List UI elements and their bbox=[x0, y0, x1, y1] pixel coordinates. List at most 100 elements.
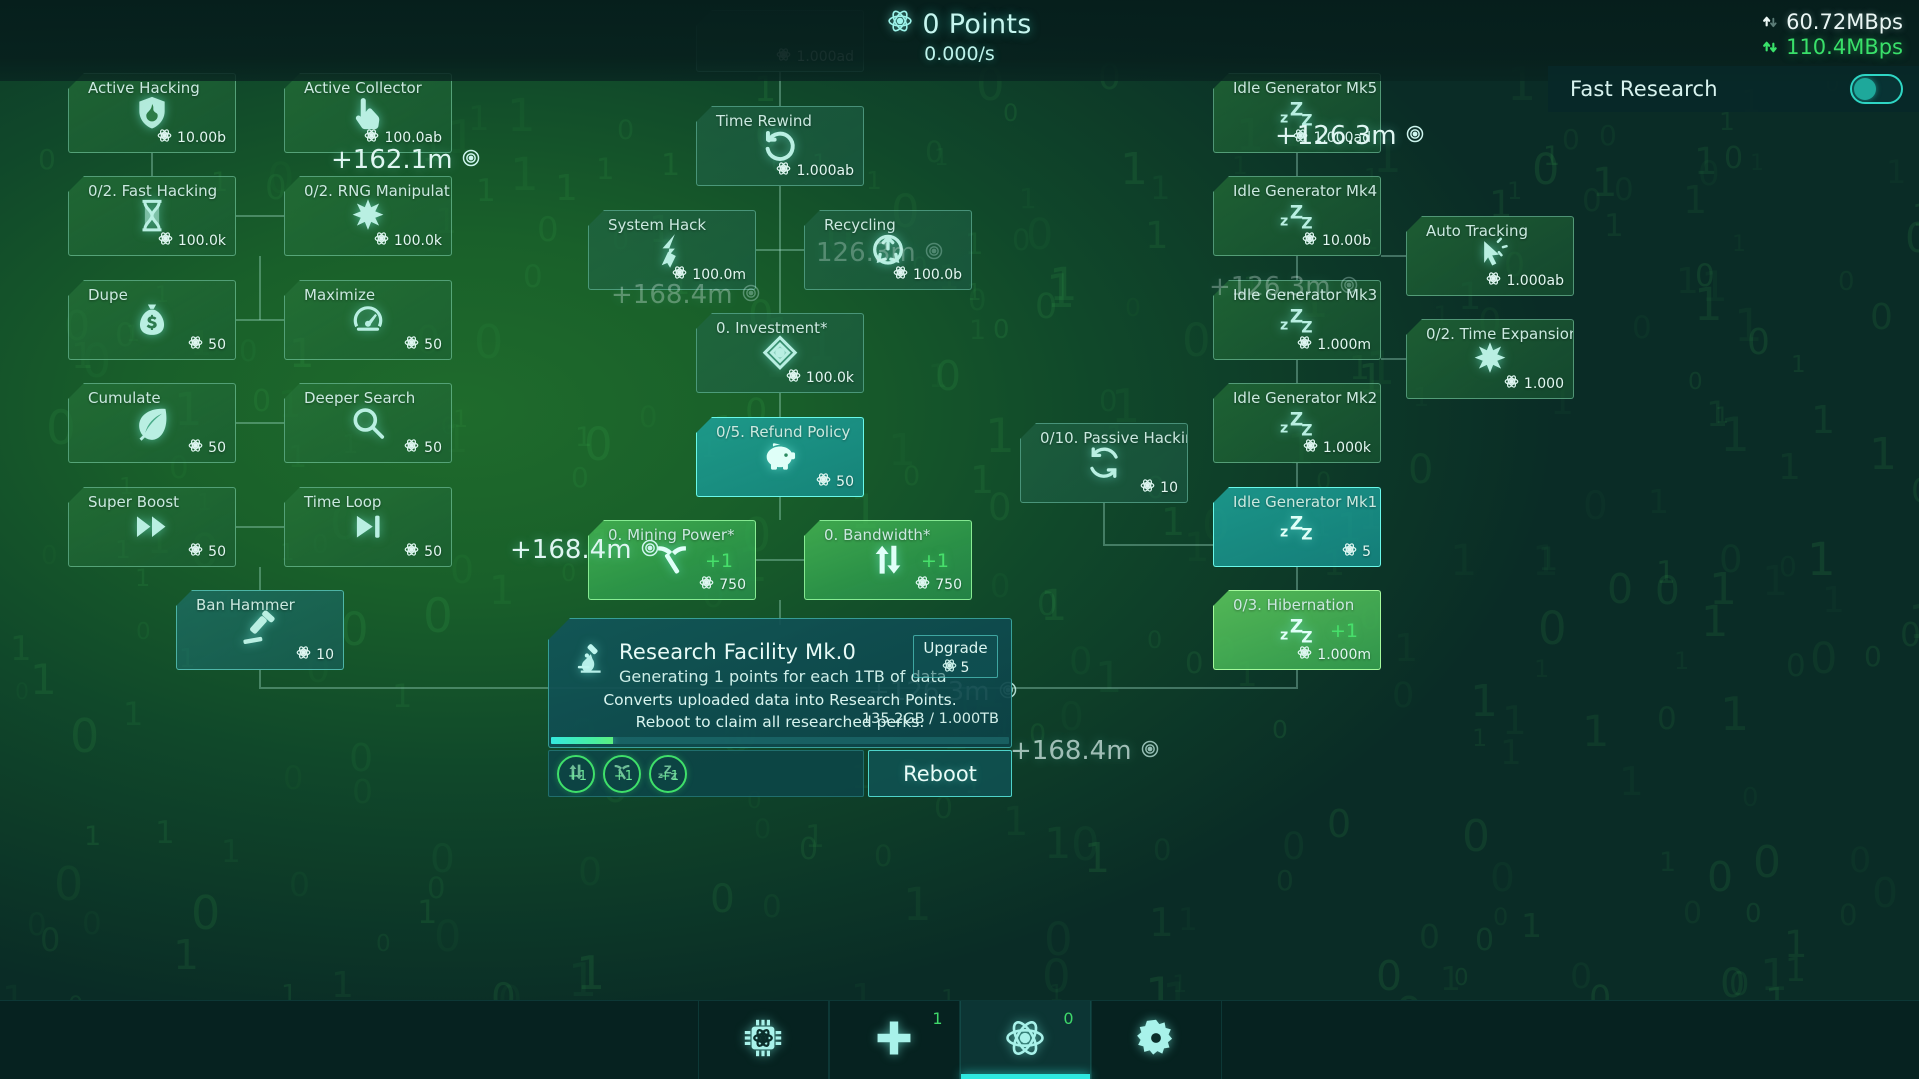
svg-text:Z: Z bbox=[1290, 306, 1303, 327]
tech-node-time-loop[interactable]: Time Loop 50 bbox=[284, 487, 452, 567]
tech-node-cost-value: 10.00b bbox=[1322, 232, 1371, 249]
tech-node-cost-value: 100.0k bbox=[805, 369, 854, 386]
tech-node-idle-generator-mk3[interactable]: Idle Generator Mk3 z Z Z 1.000m bbox=[1213, 280, 1381, 360]
tech-node-title: Idle Generator Mk3 bbox=[1233, 286, 1378, 304]
svg-text:Z: Z bbox=[1301, 318, 1312, 336]
fast-research-switch[interactable] bbox=[1850, 74, 1903, 104]
tech-node-title: Ban Hammer bbox=[196, 596, 295, 614]
svg-text:Z: Z bbox=[1290, 616, 1303, 637]
atom-icon bbox=[893, 265, 908, 284]
tech-node-ban-hammer[interactable]: Ban Hammer 10 bbox=[176, 590, 344, 670]
tech-node-active-collector[interactable]: Active Collector 100.0ab bbox=[284, 73, 452, 153]
tech-node-cost-value: 100.0k bbox=[177, 232, 226, 249]
reboot-button[interactable]: Reboot bbox=[868, 750, 1012, 797]
fast-research-toggle-row[interactable]: Fast Research bbox=[1548, 66, 1919, 112]
svg-text:Z: Z bbox=[1301, 111, 1312, 129]
tech-node-0-investment[interactable]: 0. Investment* 100.0k bbox=[696, 313, 864, 393]
tech-node-0-2-fast-hacking[interactable]: 0/2. Fast Hacking 100.0k bbox=[68, 176, 236, 256]
tech-node-cost: 10 bbox=[296, 645, 334, 664]
atom-icon bbox=[1303, 438, 1318, 457]
tech-tree[interactable]: Active Hacking 10.00b Active Collector 1… bbox=[0, 0, 1919, 1079]
tech-node-cumulate[interactable]: Cumulate 50 bbox=[68, 383, 236, 463]
perk-badge-zzz[interactable]: zZZ +1 bbox=[649, 754, 687, 793]
nav-settings[interactable] bbox=[1090, 1001, 1222, 1079]
perk-badge-bar[interactable]: +1 +1 zZZ +1 bbox=[548, 750, 864, 797]
upgrade-button[interactable]: Upgrade 5 bbox=[913, 635, 998, 678]
tech-node-cost-value: 50 bbox=[208, 336, 226, 353]
nav-upgrades[interactable]: 1 bbox=[828, 1001, 960, 1079]
tech-node-0-mining-power[interactable]: 0. Mining Power* +1 750 bbox=[588, 520, 756, 600]
tech-node-recycling[interactable]: Recycling 100.0b bbox=[804, 210, 972, 290]
tech-node-cost: 50 bbox=[404, 542, 442, 561]
fast-research-label: Fast Research bbox=[1570, 77, 1718, 101]
target-icon bbox=[461, 145, 481, 175]
tech-node-idle-generator-mk2[interactable]: Idle Generator Mk2 z Z Z 1.000k bbox=[1213, 383, 1381, 463]
tech-node-idle-generator-mk1[interactable]: Idle Generator Mk1 z Z Z 5 bbox=[1213, 487, 1381, 567]
tech-node-cost: 50 bbox=[188, 438, 226, 457]
tech-node-cost-value: 1.000ab bbox=[796, 162, 854, 179]
tech-node-super-boost[interactable]: Super Boost 50 bbox=[68, 487, 236, 567]
tech-node-maximize[interactable]: Maximize 50 bbox=[284, 280, 452, 360]
svg-text:z: z bbox=[1280, 213, 1288, 229]
tech-node-0-5-refund-policy[interactable]: 0/5. Refund Policy 50 bbox=[696, 417, 864, 497]
tech-node-cost-value: 100.0ab bbox=[384, 129, 442, 146]
tech-node-cost: 100.0k bbox=[374, 231, 442, 250]
tech-node-0-bandwidth[interactable]: 0. Bandwidth* +1 750 bbox=[804, 520, 972, 600]
tech-node-0-10-passive-hacking[interactable]: 0/10. Passive Hacking 10 bbox=[1020, 423, 1188, 503]
nav-hardware[interactable] bbox=[697, 1001, 829, 1079]
tech-node-idle-generator-mk4[interactable]: Idle Generator Mk4 z Z Z 10.00b bbox=[1213, 176, 1381, 256]
tech-node-cost-value: 50 bbox=[424, 336, 442, 353]
tech-node-title: Active Collector bbox=[304, 79, 422, 97]
tech-node-active-hacking[interactable]: Active Hacking 10.00b bbox=[68, 73, 236, 153]
atom-icon bbox=[672, 265, 687, 284]
gain-value: +168.4m bbox=[1010, 736, 1132, 766]
tech-node-cost: 50 bbox=[404, 438, 442, 457]
svg-text:Z: Z bbox=[1290, 513, 1303, 534]
research-facility-panel[interactable]: Research Facility Mk.0 Generating 1 poin… bbox=[548, 618, 1012, 748]
tech-node-bonus: +1 bbox=[1329, 619, 1358, 642]
atom-icon bbox=[1297, 645, 1312, 664]
tech-node-cost: 10.00b bbox=[1302, 231, 1371, 250]
nav-research[interactable]: 0 bbox=[959, 1001, 1091, 1079]
tech-node-system-hack[interactable]: System Hack 100.0m bbox=[588, 210, 756, 290]
tech-node-title: 0/3. Hibernation bbox=[1233, 596, 1355, 614]
tech-node-0-3-hibernation[interactable]: 0/3. Hibernation z Z Z +1 1.000m bbox=[1213, 590, 1381, 670]
floating-gain-text: +168.4m bbox=[1010, 736, 1160, 766]
tech-node-title: Dupe bbox=[88, 286, 128, 304]
perk-badge-pickaxe[interactable]: +1 bbox=[603, 754, 641, 793]
tech-node-cost: 1.000 bbox=[1504, 374, 1564, 393]
tech-node-bonus: +1 bbox=[704, 549, 733, 572]
tech-node-cost-value: 750 bbox=[719, 576, 746, 593]
upgrade-cost-value: 5 bbox=[960, 659, 970, 676]
tech-node-0-2-rng-manipulation[interactable]: 0/2. RNG Manipulation 100.0k bbox=[284, 176, 452, 256]
tech-node-deeper-search[interactable]: Deeper Search 50 bbox=[284, 383, 452, 463]
tech-node-cost-value: 100.0b bbox=[913, 266, 962, 283]
atom-icon bbox=[887, 8, 913, 41]
svg-text:Z: Z bbox=[1301, 628, 1312, 646]
tech-node-title: 0. Investment* bbox=[716, 319, 828, 337]
tech-node-cost: 1.000m bbox=[1297, 645, 1371, 664]
points-rate: 0.000/s bbox=[924, 43, 995, 65]
tech-node-cost: 10 bbox=[1140, 478, 1178, 497]
atom-icon bbox=[786, 368, 801, 387]
atom-icon bbox=[157, 128, 172, 147]
tech-node-title: Idle Generator Mk5 bbox=[1233, 79, 1378, 97]
bottom-navigation[interactable]: 1 0 bbox=[0, 1000, 1919, 1079]
atom-icon bbox=[404, 542, 419, 561]
perk-badge-up-down-arrows[interactable]: +1 bbox=[557, 754, 595, 793]
tech-node-0-2-time-expansion[interactable]: 0/2. Time Expansion 1.000 bbox=[1406, 319, 1574, 399]
tech-node-idle-generator-mk5[interactable]: Idle Generator Mk5 z Z Z 1.000ad bbox=[1213, 73, 1381, 153]
tech-node-auto-tracking[interactable]: Auto Tracking 1.000ab bbox=[1406, 216, 1574, 296]
atom-icon bbox=[1293, 128, 1308, 147]
tech-node-cost: 100.0k bbox=[158, 231, 226, 250]
atom-icon bbox=[776, 161, 791, 180]
atom-icon bbox=[158, 231, 173, 250]
tech-node-cost-value: 50 bbox=[424, 439, 442, 456]
tech-node-cost: 750 bbox=[699, 575, 746, 594]
tech-node-time-rewind[interactable]: Time Rewind 1.000ab bbox=[696, 106, 864, 186]
atom-icon bbox=[296, 645, 311, 664]
tech-node-dupe[interactable]: Dupe 50 bbox=[68, 280, 236, 360]
atom-icon bbox=[1486, 271, 1501, 290]
atom-icon bbox=[699, 575, 714, 594]
tech-node-title: 0/10. Passive Hacking bbox=[1040, 429, 1188, 447]
